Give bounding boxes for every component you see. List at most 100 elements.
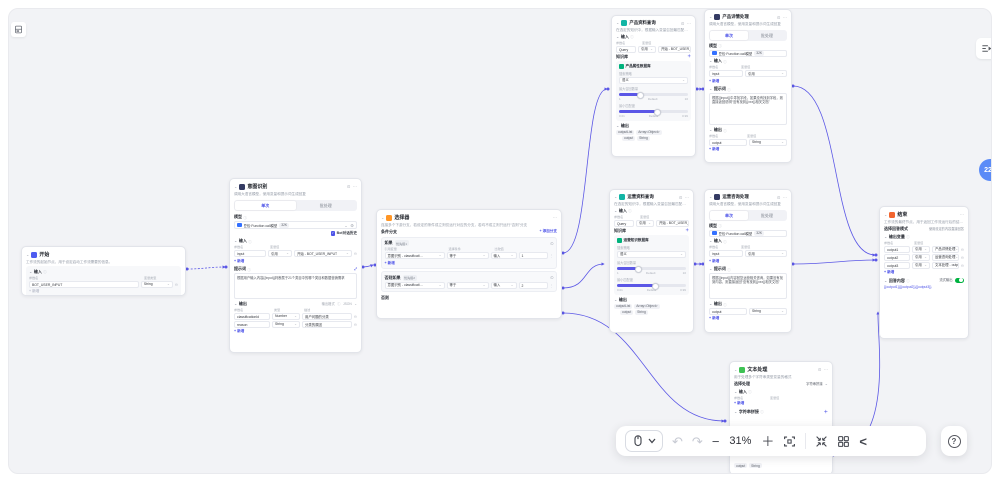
chevron-down-icon[interactable]: ⌄ (734, 368, 737, 372)
add-var-button[interactable]: + 新增 (884, 270, 964, 275)
remove-icon[interactable]: ⊖ (354, 322, 357, 327)
ref-mode-select[interactable]: 引用 (912, 262, 930, 269)
param-name-field[interactable]: Query (616, 46, 636, 53)
model-select[interactable]: 豆包·Function call模型 32K (709, 50, 787, 57)
remove-icon[interactable]: ⊖ (961, 255, 964, 260)
chevron-down-icon[interactable]: ⌄ (709, 239, 712, 243)
more-icon[interactable]: ··· (960, 212, 964, 217)
remove-branch-icon[interactable]: ⊙ (550, 241, 554, 246)
output-type-select[interactable]: String (272, 321, 300, 328)
add-knowledge-icon[interactable]: ＋ (685, 228, 689, 233)
chevron-down-icon[interactable]: ⌄ (884, 279, 887, 283)
model-select[interactable]: 豆包·Function call模型 32K (709, 230, 787, 237)
stream-toggle[interactable] (955, 278, 964, 284)
ref-mode-select[interactable]: 引用 (912, 246, 930, 253)
workflow-canvas[interactable]: 224 ⌄ 开始 工作流的起始节点，用于设定启动工作流需要的信息。 ⌄ 输入 ⓘ… (8, 8, 992, 474)
output-desc-field[interactable]: 分类的原因 (302, 321, 352, 328)
param-name-field[interactable]: input (234, 250, 266, 257)
chevron-down-icon[interactable]: ⌄ (709, 195, 712, 199)
remove-icon[interactable]: ⊖ (961, 263, 964, 268)
match-slider[interactable] (617, 284, 686, 287)
model-select[interactable]: 豆包·Function call模型 32K ⌄⚙ (234, 221, 357, 229)
auto-layout-icon[interactable] (837, 435, 850, 448)
chevron-down-icon[interactable]: ⌄ (709, 302, 712, 306)
more-icon[interactable]: ··· (553, 215, 557, 220)
chevron-down-icon[interactable]: ⌄ (616, 21, 619, 25)
add-output-button[interactable]: + 新增 (234, 329, 357, 334)
add-knowledge-icon[interactable]: ＋ (687, 54, 691, 59)
node-llm-product[interactable]: ⌄ 产品详情处理 ⊙··· 调用大语言模型，使用变量和提示词生成回复 单次 批处… (704, 9, 792, 163)
chevron-down-icon[interactable]: ⌄ (884, 235, 887, 239)
zoom-level[interactable]: 31% (728, 435, 752, 447)
strategy-select[interactable]: 语义 (617, 251, 686, 258)
run-icon[interactable]: ⊙ (679, 195, 683, 200)
output-name-field[interactable]: output (709, 308, 747, 315)
remove-icon[interactable]: ⊖ (354, 314, 357, 319)
condition-ref-select[interactable]: 意图识别 - classificati… (385, 282, 445, 289)
chevron-down-icon[interactable]: ⌄ (884, 213, 887, 217)
add-param-button[interactable]: + 新增 (709, 79, 787, 84)
remove-icon[interactable]: ⊖ (961, 247, 964, 252)
param-name-field[interactable]: input (709, 250, 743, 257)
param-type-select[interactable]: String (141, 281, 173, 288)
add-param-button[interactable]: + 新增 (709, 259, 787, 264)
chevron-down-icon[interactable]: ⌄ (614, 195, 617, 199)
chevron-down-icon[interactable]: ⌄ (344, 223, 348, 228)
add-output-button[interactable]: + 新增 (709, 147, 787, 152)
chevron-down-icon[interactable]: ⌄ (381, 216, 384, 220)
ref-value-select[interactable]: 开始 - BOT_USER_INPUT (656, 220, 689, 227)
more-icon[interactable]: ··· (685, 195, 689, 200)
answer-mode-value[interactable]: 使用设定的内容直接回答 (929, 226, 964, 231)
output-desc-field[interactable]: 用户问题的分类 (302, 313, 352, 320)
chevron-down-icon[interactable]: ⌄ (614, 298, 617, 302)
tab-batch[interactable]: 批处理 (748, 211, 786, 220)
prompt-textarea[interactable]: 根据{{input}}内容回复运营相关咨询，如果没有找到内容，则直接返回“没有找… (709, 273, 787, 299)
knowledge-item[interactable]: 产品属性数据库 (619, 64, 688, 69)
tab-single[interactable]: 单次 (235, 201, 296, 210)
chevron-down-icon[interactable]: ⌄ (709, 128, 712, 132)
node-end[interactable]: ⌄ 结束 ··· 工作流的最终节点，用于返回工作流运行后的结果信息 选择回答模式… (879, 206, 969, 339)
output-name-field[interactable]: output (709, 139, 747, 146)
code-icon[interactable]: < (859, 435, 867, 448)
node-llm-ops[interactable]: ⌄ 运营咨询处理 ⊙··· 调用大语言模型，使用变量和提示词生成回复 单次 批处… (704, 189, 792, 333)
condition-op-select[interactable]: 等于 (447, 252, 489, 259)
ref-mode-select[interactable]: 引用 (912, 254, 930, 261)
output-type-select[interactable]: String (749, 308, 787, 315)
condition-ref-select[interactable]: 意图识别 - classificati… (385, 252, 445, 259)
condition-mode-select[interactable]: 输入 (491, 282, 517, 289)
condition-mode-select[interactable]: 输入 (491, 252, 517, 259)
chevron-down-icon[interactable]: ⌄ (234, 239, 237, 243)
count-badge[interactable]: 224 (979, 159, 992, 181)
settings-icon[interactable]: ⚙ (350, 223, 354, 228)
ref-value-select[interactable]: 开始 - BOT_USER_INPUT (658, 46, 691, 53)
add-param-button[interactable]: + 新增 (734, 401, 828, 406)
notes-button[interactable] (11, 22, 26, 37)
chevron-down-icon[interactable]: ⌄ (29, 270, 32, 274)
condition-value-field[interactable]: 2 (519, 282, 548, 289)
chevron-down-icon[interactable]: ⌄ (616, 35, 619, 39)
drag-handle-icon[interactable]: ⋮ (550, 283, 554, 288)
zoom-out-icon[interactable]: − (712, 435, 720, 448)
ref-mode-select[interactable]: 引用 (745, 70, 787, 77)
tab-batch[interactable]: 批处理 (748, 31, 786, 40)
chevron-down-icon[interactable]: ⌄ (734, 410, 737, 414)
expand-panel-button[interactable] (976, 38, 992, 59)
param-name-field[interactable]: input (709, 70, 743, 77)
output-name-field[interactable]: classificationId (234, 313, 270, 320)
strategy-select[interactable]: 语义 (619, 77, 688, 84)
node-kb-ops[interactable]: ⌄ 运营资料查询 ⊙··· 在选定的知识中，根据输入变量召回最匹配的信息，并以列… (609, 189, 694, 333)
more-icon[interactable]: ··· (687, 21, 691, 26)
drag-handle-icon[interactable]: ⋮ (550, 253, 554, 258)
ref-mode-select[interactable]: 引用 (638, 46, 656, 53)
ref-mode-select[interactable]: 引用 (268, 250, 292, 257)
ref-value-select[interactable]: 产品详情处理 - output (932, 246, 959, 253)
zoom-in-icon[interactable]: ＋ (761, 435, 774, 448)
undo-icon[interactable]: ↶ (672, 435, 683, 448)
remove-icon[interactable]: ⊖ (354, 251, 357, 256)
node-kb-product[interactable]: ⌄ 产品资料查询 ⊙··· 在选定的知识中，根据输入变量召回最匹配的信息，并以列… (611, 15, 696, 157)
prompt-textarea[interactable]: 根据{{input}}中寻找字段，如果没有找到字段，则直接返回说明“没有找到{{… (709, 93, 787, 125)
chevron-down-icon[interactable]: ⌄ (354, 302, 357, 307)
more-icon[interactable]: ··· (353, 184, 357, 189)
output-type-select[interactable]: Number (272, 313, 300, 320)
chevron-down-icon[interactable]: ⌄ (26, 253, 29, 257)
